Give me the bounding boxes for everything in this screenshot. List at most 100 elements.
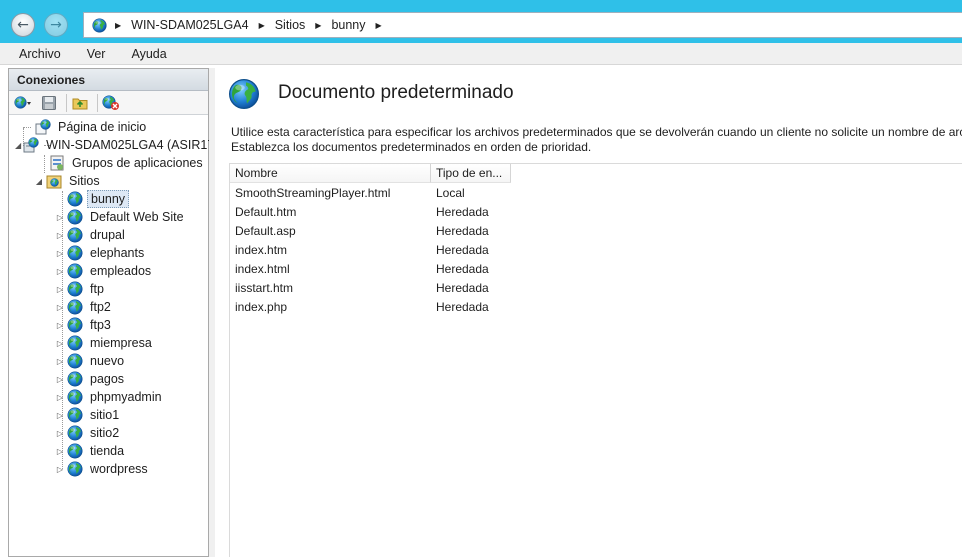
- tree-site-ftp2[interactable]: ▷ ftp2: [9, 298, 208, 316]
- table-row[interactable]: index.php Heredada: [230, 297, 962, 316]
- expand-arrow-icon[interactable]: ▷: [55, 249, 65, 258]
- expand-arrow-icon[interactable]: ▷: [55, 465, 65, 474]
- cell-name: Default.htm: [235, 204, 297, 219]
- cell-name: index.html: [235, 261, 290, 276]
- tree-app-pools[interactable]: Grupos de aplicaciones: [9, 154, 208, 172]
- expand-arrow-icon[interactable]: ▷: [55, 357, 65, 366]
- table-row[interactable]: SmoothStreamingPlayer.html Local: [230, 183, 962, 202]
- cell-name: Default.asp: [235, 223, 296, 238]
- cell-entry-type: Heredada: [436, 204, 489, 219]
- table-row[interactable]: index.html Heredada: [230, 259, 962, 278]
- collapse-arrow-icon[interactable]: ◢: [15, 141, 21, 150]
- tree-site-ftp[interactable]: ▷ ftp: [9, 280, 208, 298]
- cell-entry-type: Heredada: [436, 299, 489, 314]
- tree-site-phpmyadmin[interactable]: ▷ phpmyadmin: [9, 388, 208, 406]
- expand-arrow-icon[interactable]: ▷: [55, 429, 65, 438]
- expand-arrow-icon[interactable]: ▷: [55, 213, 65, 222]
- globe-icon: [67, 461, 83, 477]
- server-icon: [23, 137, 39, 153]
- table-row[interactable]: Default.asp Heredada: [230, 221, 962, 240]
- forward-arrow-icon: →: [50, 17, 62, 33]
- breadcrumb-server[interactable]: WIN-SDAM025LGA4 ▶: [131, 18, 275, 32]
- sites-folder-icon: [46, 175, 62, 189]
- collapse-arrow-icon[interactable]: ◢: [34, 177, 44, 186]
- globe-icon: [67, 353, 83, 369]
- expand-arrow-icon[interactable]: ▷: [55, 447, 65, 456]
- globe-icon: [67, 371, 83, 387]
- back-arrow-icon: ←: [17, 17, 29, 33]
- table-row[interactable]: Default.htm Heredada: [230, 202, 962, 221]
- cell-name: index.php: [235, 299, 288, 314]
- default-documents-list: Nombre Tipo de en... SmoothStreamingPlay…: [229, 163, 962, 557]
- app-pool-icon: [50, 155, 64, 171]
- menu-archivo[interactable]: Archivo: [14, 47, 66, 61]
- tree-site-bunny[interactable]: bunny: [9, 190, 208, 208]
- list-header: Nombre Tipo de en...: [230, 164, 962, 183]
- column-header-entry-type[interactable]: Tipo de en...: [431, 164, 511, 183]
- up-level-button[interactable]: [69, 93, 91, 113]
- description-line-2: Establezca los documentos predeterminado…: [231, 140, 592, 154]
- tree-site-empleados[interactable]: ▷ empleados: [9, 262, 208, 280]
- expand-arrow-icon[interactable]: ▷: [55, 231, 65, 240]
- globe-icon: [92, 18, 107, 33]
- tree-site-wordpress[interactable]: ▷ wordpress: [9, 460, 208, 478]
- menu-ver[interactable]: Ver: [82, 47, 111, 61]
- breadcrumb-separator[interactable]: ▶: [115, 21, 131, 30]
- globe-icon: [67, 245, 83, 261]
- connect-button[interactable]: [12, 93, 34, 113]
- globe-icon: [67, 299, 83, 315]
- tree-site-default-web-site[interactable]: ▷ Default Web Site: [9, 208, 208, 226]
- address-bar[interactable]: ▶ WIN-SDAM025LGA4 ▶ Sitios ▶ bunny ▶: [83, 12, 962, 38]
- cell-name: SmoothStreamingPlayer.html: [235, 185, 391, 200]
- menu-bar: Archivo Ver Ayuda: [0, 43, 962, 65]
- expand-arrow-icon[interactable]: ▷: [55, 375, 65, 384]
- toolbar-separator: [97, 93, 98, 112]
- breadcrumb-bunny[interactable]: bunny ▶: [331, 18, 391, 32]
- expand-arrow-icon[interactable]: ▷: [55, 321, 65, 330]
- main-pane: Documento predeterminado Utilice esta ca…: [215, 68, 962, 557]
- globe-icon: [67, 281, 83, 297]
- tree-site-tienda[interactable]: ▷ tienda: [9, 442, 208, 460]
- cell-entry-type: Heredada: [436, 242, 489, 257]
- expand-arrow-icon[interactable]: ▷: [55, 411, 65, 420]
- tree-site-ftp3[interactable]: ▷ ftp3: [9, 316, 208, 334]
- breadcrumb-sites[interactable]: Sitios ▶: [275, 18, 332, 32]
- tree-site-elephants[interactable]: ▷ elephants: [9, 244, 208, 262]
- expand-arrow-icon[interactable]: ▷: [55, 267, 65, 276]
- tree-site-miempresa[interactable]: ▷ miempresa: [9, 334, 208, 352]
- tree-site-sitio2[interactable]: ▷ sitio2: [9, 424, 208, 442]
- column-header-name[interactable]: Nombre: [230, 164, 431, 183]
- cell-entry-type: Local: [436, 185, 465, 200]
- tree-sites[interactable]: ◢ Sitios: [9, 172, 208, 190]
- expand-arrow-icon[interactable]: ▷: [55, 393, 65, 402]
- forward-button[interactable]: →: [44, 13, 68, 37]
- globe-icon: [67, 335, 83, 351]
- table-row[interactable]: iisstart.htm Heredada: [230, 278, 962, 297]
- tree-start-page[interactable]: Página de inicio: [9, 118, 208, 136]
- page-title: Documento predeterminado: [278, 82, 514, 103]
- tree-site-pagos[interactable]: ▷ pagos: [9, 370, 208, 388]
- table-row[interactable]: index.htm Heredada: [230, 240, 962, 259]
- cell-entry-type: Heredada: [436, 280, 489, 295]
- tree-site-sitio1[interactable]: ▷ sitio1: [9, 406, 208, 424]
- back-button[interactable]: ←: [11, 13, 35, 37]
- tree-site-nuevo[interactable]: ▷ nuevo: [9, 352, 208, 370]
- toolbar-separator: [66, 93, 67, 112]
- connections-tree: Página de inicio ◢ WIN-SDAM025LGA4 (ASIR…: [9, 115, 221, 478]
- expand-arrow-icon[interactable]: ▷: [55, 339, 65, 348]
- disconnect-button[interactable]: [100, 93, 122, 113]
- globe-icon: [67, 443, 83, 459]
- save-connections-button[interactable]: [38, 93, 60, 113]
- cell-entry-type: Heredada: [436, 223, 489, 238]
- disconnect-icon: [102, 94, 119, 110]
- menu-ayuda[interactable]: Ayuda: [126, 47, 171, 61]
- connections-header: Conexiones: [9, 69, 208, 91]
- tree-site-drupal[interactable]: ▷ drupal: [9, 226, 208, 244]
- expand-arrow-icon[interactable]: ▷: [55, 303, 65, 312]
- globe-icon: [67, 389, 83, 405]
- tree-server[interactable]: ◢ WIN-SDAM025LGA4 (ASIR171: [9, 136, 221, 154]
- description-line-1: Utilice esta característica para especif…: [231, 125, 962, 139]
- home-page-icon: [35, 119, 51, 135]
- expand-arrow-icon[interactable]: ▷: [55, 285, 65, 294]
- globe-icon: [228, 78, 260, 110]
